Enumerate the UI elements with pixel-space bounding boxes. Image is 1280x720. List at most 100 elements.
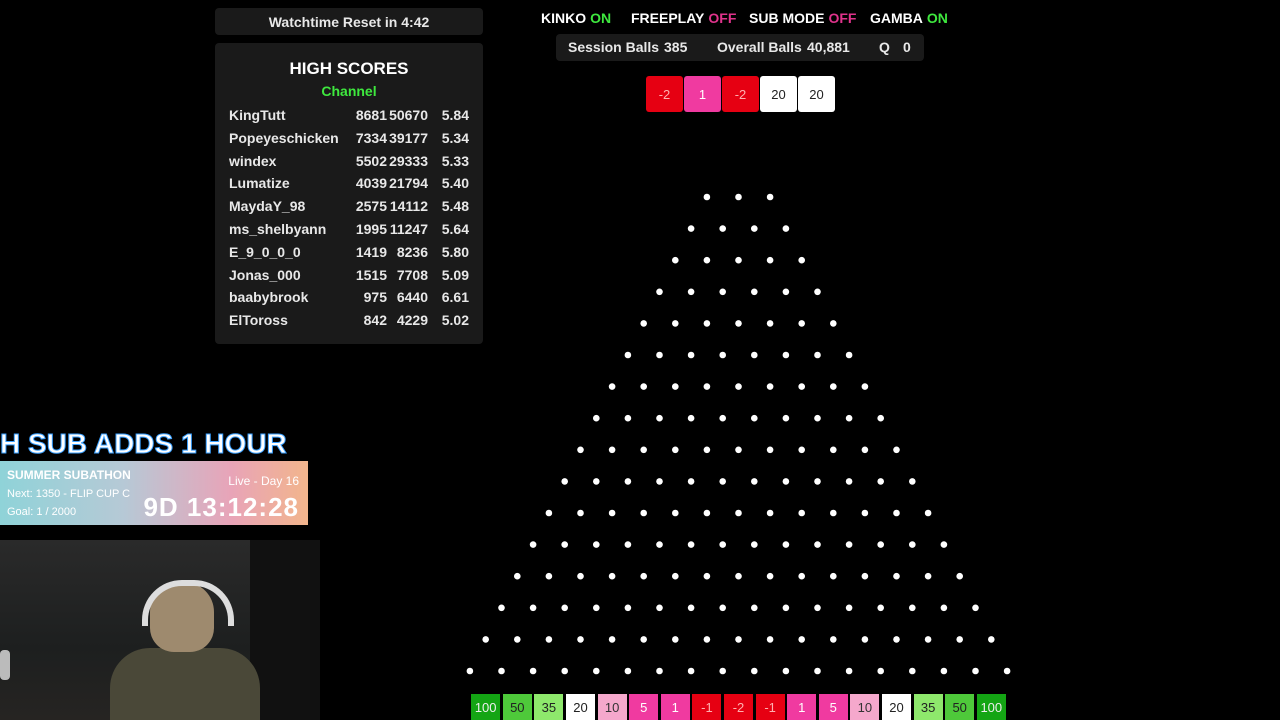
- peg: [514, 572, 521, 580]
- peg: [782, 478, 790, 485]
- peg: [845, 351, 853, 359]
- peg: [766, 572, 774, 580]
- peg: [735, 193, 742, 201]
- payout-slot: 100: [471, 694, 501, 720]
- payout-slot: -1: [692, 694, 722, 720]
- peg: [498, 667, 505, 675]
- streamer-body: [110, 648, 260, 720]
- subathon-banner: H SUB ADDS 1 HOUR: [0, 428, 287, 460]
- peg: [640, 572, 647, 580]
- peg: [845, 667, 853, 675]
- peg: [861, 572, 869, 580]
- peg: [719, 604, 726, 612]
- peg: [703, 446, 711, 454]
- peg: [877, 604, 884, 612]
- peg: [656, 604, 663, 612]
- payout-slot: 50: [502, 694, 532, 720]
- peg: [735, 636, 742, 643]
- peg: [672, 509, 679, 517]
- peg: [782, 541, 790, 548]
- peg: [735, 320, 742, 327]
- peg: [909, 478, 916, 485]
- peg: [798, 446, 805, 454]
- subathon-live-day: Live - Day 16: [228, 474, 299, 488]
- peg: [545, 509, 553, 517]
- peg: [798, 320, 805, 327]
- peg: [782, 351, 790, 359]
- peg: [545, 572, 553, 580]
- peg: [877, 414, 884, 422]
- peg: [814, 414, 821, 422]
- peg: [924, 636, 932, 643]
- peg: [909, 604, 916, 612]
- peg: [687, 351, 695, 359]
- subathon-goal: Goal: 1 / 2000: [7, 506, 77, 518]
- peg: [703, 320, 711, 327]
- peg: [672, 256, 679, 264]
- peg: [529, 541, 537, 548]
- peg: [940, 604, 948, 612]
- peg: [735, 572, 742, 580]
- peg: [782, 667, 790, 675]
- peg: [956, 572, 963, 580]
- peg: [814, 604, 821, 612]
- peg: [656, 667, 663, 675]
- peg: [593, 667, 600, 675]
- peg: [656, 478, 663, 485]
- peg: [672, 572, 679, 580]
- peg: [719, 478, 726, 485]
- peg: [782, 288, 790, 296]
- peg: [830, 636, 837, 643]
- peg: [577, 509, 584, 517]
- peg: [766, 446, 774, 454]
- peg: [687, 288, 695, 296]
- peg: [845, 604, 853, 612]
- peg: [561, 478, 568, 485]
- peg: [972, 667, 979, 675]
- peg: [498, 604, 505, 612]
- peg: [672, 636, 679, 643]
- peg: [703, 636, 711, 643]
- peg: [687, 414, 695, 422]
- peg: [751, 478, 758, 485]
- peg: [656, 414, 663, 422]
- peg: [687, 667, 695, 675]
- peg: [988, 636, 995, 643]
- peg: [719, 225, 726, 232]
- peg: [877, 541, 884, 548]
- peg: [814, 351, 821, 359]
- peg: [640, 509, 647, 517]
- peg: [845, 541, 853, 548]
- peg: [940, 667, 948, 675]
- payout-slot: 1: [787, 694, 817, 720]
- peg: [703, 193, 711, 201]
- peg: [656, 288, 663, 296]
- peg: [719, 288, 726, 296]
- peg: [798, 256, 805, 264]
- peg: [830, 572, 837, 580]
- payout-slot: 20: [882, 694, 911, 720]
- peg: [624, 604, 632, 612]
- peg: [608, 446, 616, 454]
- peg: [751, 351, 758, 359]
- peg: [751, 667, 758, 675]
- peg: [514, 636, 521, 643]
- peg: [751, 604, 758, 612]
- peg: [561, 604, 568, 612]
- peg: [766, 509, 774, 517]
- peg: [577, 572, 584, 580]
- peg: [893, 572, 900, 580]
- payout-slot: 1: [660, 694, 690, 720]
- peg: [845, 478, 853, 485]
- peg: [687, 541, 695, 548]
- headphones-icon: [142, 580, 234, 626]
- webcam-feed: [0, 540, 320, 720]
- peg: [640, 446, 647, 454]
- peg: [577, 636, 584, 643]
- peg: [624, 541, 632, 548]
- peg: [766, 383, 774, 390]
- peg: [624, 414, 632, 422]
- peg: [798, 636, 805, 643]
- subathon-title: SUMMER SUBATHON: [7, 468, 131, 482]
- payout-slot: 5: [629, 694, 659, 720]
